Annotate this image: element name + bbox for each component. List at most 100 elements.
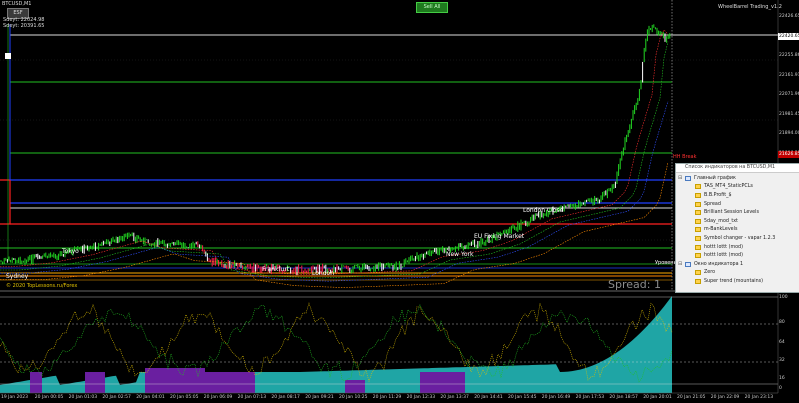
- indicator-label: B.B.Profit_$: [704, 192, 732, 198]
- trend-area-purple: [420, 372, 465, 393]
- time-tick: 20 Jan 17:53: [575, 395, 605, 400]
- time-tick: 20 Jan 06:09: [203, 395, 233, 400]
- indicator-item[interactable]: hottt lottt (mod): [678, 251, 797, 260]
- indicator-icon: [695, 210, 701, 216]
- indicator-item[interactable]: Super trend (mountains): [678, 277, 797, 286]
- time-tick: 20 Jan 00:05: [34, 395, 64, 400]
- oscillator-line: [0, 302, 673, 383]
- time-tick: 20 Jan 09:21: [305, 395, 334, 400]
- price-tick: 21981.45: [779, 111, 799, 117]
- tree-sub-window[interactable]: ⊟ Окно индикатора 1: [678, 260, 797, 269]
- oscillator-pane: [0, 296, 673, 393]
- time-tick: 20 Jan 04:01: [136, 395, 165, 400]
- sell-all-button[interactable]: Sell All: [416, 2, 448, 13]
- indicator-item[interactable]: Symbol changer - vapar 1.2.3: [678, 234, 797, 243]
- candle-series: [0, 24, 671, 276]
- time-tick: 20 Jan 22:09: [710, 395, 740, 400]
- time-tick: 20 Jan 05:05: [170, 395, 199, 400]
- indicator-item[interactable]: B.B.Profit_$: [678, 191, 797, 200]
- indicator-icon: [695, 270, 701, 276]
- osc-tick: 100: [779, 295, 788, 300]
- indicator-item[interactable]: 5day_mod_txt: [678, 217, 797, 226]
- time-tick: 20 Jan 02:57: [102, 395, 131, 400]
- price-tick: 22426.65: [779, 14, 799, 19]
- indicator-item[interactable]: Brilliant Session Levels: [678, 208, 797, 217]
- price-tick: 22071.96: [779, 92, 799, 97]
- indicator-label: TAS_MT4_StaticPCLs: [704, 184, 753, 190]
- time-tick: 20 Jan 23:13: [744, 395, 774, 400]
- time-tick: 20 Jan 08:17: [271, 395, 300, 400]
- indicator-label: Zero: [704, 270, 716, 276]
- time-tick: 20 Jan 18:57: [609, 395, 638, 400]
- time-tick: 20 Jan 07:13: [237, 395, 267, 400]
- time-tick: 20 Jan 12:33: [406, 395, 436, 400]
- price-tick: 22161.91: [779, 72, 799, 78]
- osc-tick: 80: [779, 320, 785, 325]
- time-tick: 20 Jan 21:05: [677, 395, 706, 400]
- price-label-box: 22420.65: [778, 33, 799, 40]
- moving-average-line: [0, 41, 669, 279]
- time-tick: 20 Jan 14:41: [474, 395, 503, 400]
- trend-area-purple: [85, 372, 105, 393]
- indicator-item[interactable]: TAS_MT4_StaticPCLs: [678, 183, 797, 192]
- window-icon: [685, 261, 691, 267]
- indicator-label: hottt lottt (mod): [704, 253, 743, 259]
- indicator-icon: [695, 227, 701, 233]
- time-tick: 20 Jan 13:37: [440, 395, 469, 400]
- indicator-label: Symbol changer - vapar 1.2.3: [704, 235, 776, 241]
- window-icon: [685, 175, 691, 181]
- collapse-icon[interactable]: ⊟: [678, 175, 683, 181]
- price-tick: 22255.86: [779, 53, 799, 58]
- time-tick: 19 Jan 2023: [1, 395, 28, 400]
- time-tick: 20 Jan 10:25: [339, 395, 368, 400]
- indicator-title: WheelBarrel Trading_v1.2: [718, 4, 782, 10]
- indicator-item[interactable]: m-BankLevels: [678, 226, 797, 235]
- time-tick: 20 Jan 16:49: [541, 395, 571, 400]
- trend-area-purple: [30, 372, 42, 393]
- oscillator-line: [0, 304, 673, 383]
- osc-tick: 64: [779, 340, 785, 345]
- moving-average-line: [0, 29, 669, 276]
- session-new-york: New York: [446, 251, 474, 258]
- indicator-label: m-BankLevels: [704, 227, 738, 233]
- info-line-2: Sdeyt: 20391.65: [3, 23, 45, 29]
- tree-main-window[interactable]: ⊟ Главный график: [678, 174, 797, 183]
- session-sydney: Sydney: [6, 273, 29, 280]
- osc-tick: 32: [779, 358, 785, 363]
- session-eu-fixing: EU Fixing Market: [474, 233, 525, 240]
- watermark: © 2020 TopLessons.ru/Forex: [6, 283, 78, 289]
- osc-tick: 0: [779, 386, 782, 391]
- indicator-icon: [695, 192, 701, 198]
- indicator-item[interactable]: Spread: [678, 200, 797, 209]
- indicator-label: Spread: [704, 201, 721, 207]
- indicator-icon: [695, 218, 701, 224]
- indicator-item[interactable]: Zero: [678, 269, 797, 278]
- time-tick: 20 Jan 11:29: [372, 395, 402, 400]
- indicator-icon: [695, 278, 701, 284]
- indicator-icon: [695, 184, 701, 190]
- collapse-icon[interactable]: ⊟: [678, 261, 683, 267]
- trend-area-purple: [345, 380, 365, 393]
- time-tick: 20 Jan 20:01: [643, 395, 672, 400]
- indicator-label: Super trend (mountains): [704, 278, 764, 284]
- spread-label: Spread: 1: [608, 278, 661, 291]
- symbol-title: BTCUSD,M1: [2, 1, 32, 7]
- sub-window-label: Окно индикатора 1: [694, 261, 744, 267]
- main-window-label: Главный график: [694, 175, 736, 181]
- trend-area-purple: [145, 368, 205, 393]
- panel-title: Список индикаторов на BTCUSD,M1: [676, 164, 799, 173]
- indicator-icon: [695, 253, 701, 259]
- indicator-item[interactable]: hottt lottt (mod): [678, 243, 797, 252]
- marker-square: [5, 53, 11, 59]
- session-london-close: London Close: [523, 207, 564, 214]
- time-tick: 20 Jan 01:03: [68, 395, 98, 400]
- session-tokyo: Tokyo: [62, 248, 79, 255]
- moving-average-line: [0, 101, 669, 282]
- indicator-icon: [695, 244, 701, 250]
- indicator-label: Brilliant Session Levels: [704, 210, 759, 216]
- indicator-label: hottt lottt (mod): [704, 244, 743, 250]
- session-frankfurt: Frankfurt: [262, 266, 290, 273]
- moving-averages: [0, 29, 669, 288]
- indicators-list-panel[interactable]: Список индикаторов на BTCUSD,M1 ⊟ Главны…: [675, 163, 799, 293]
- time-tick: 20 Jan 15:45: [508, 395, 537, 400]
